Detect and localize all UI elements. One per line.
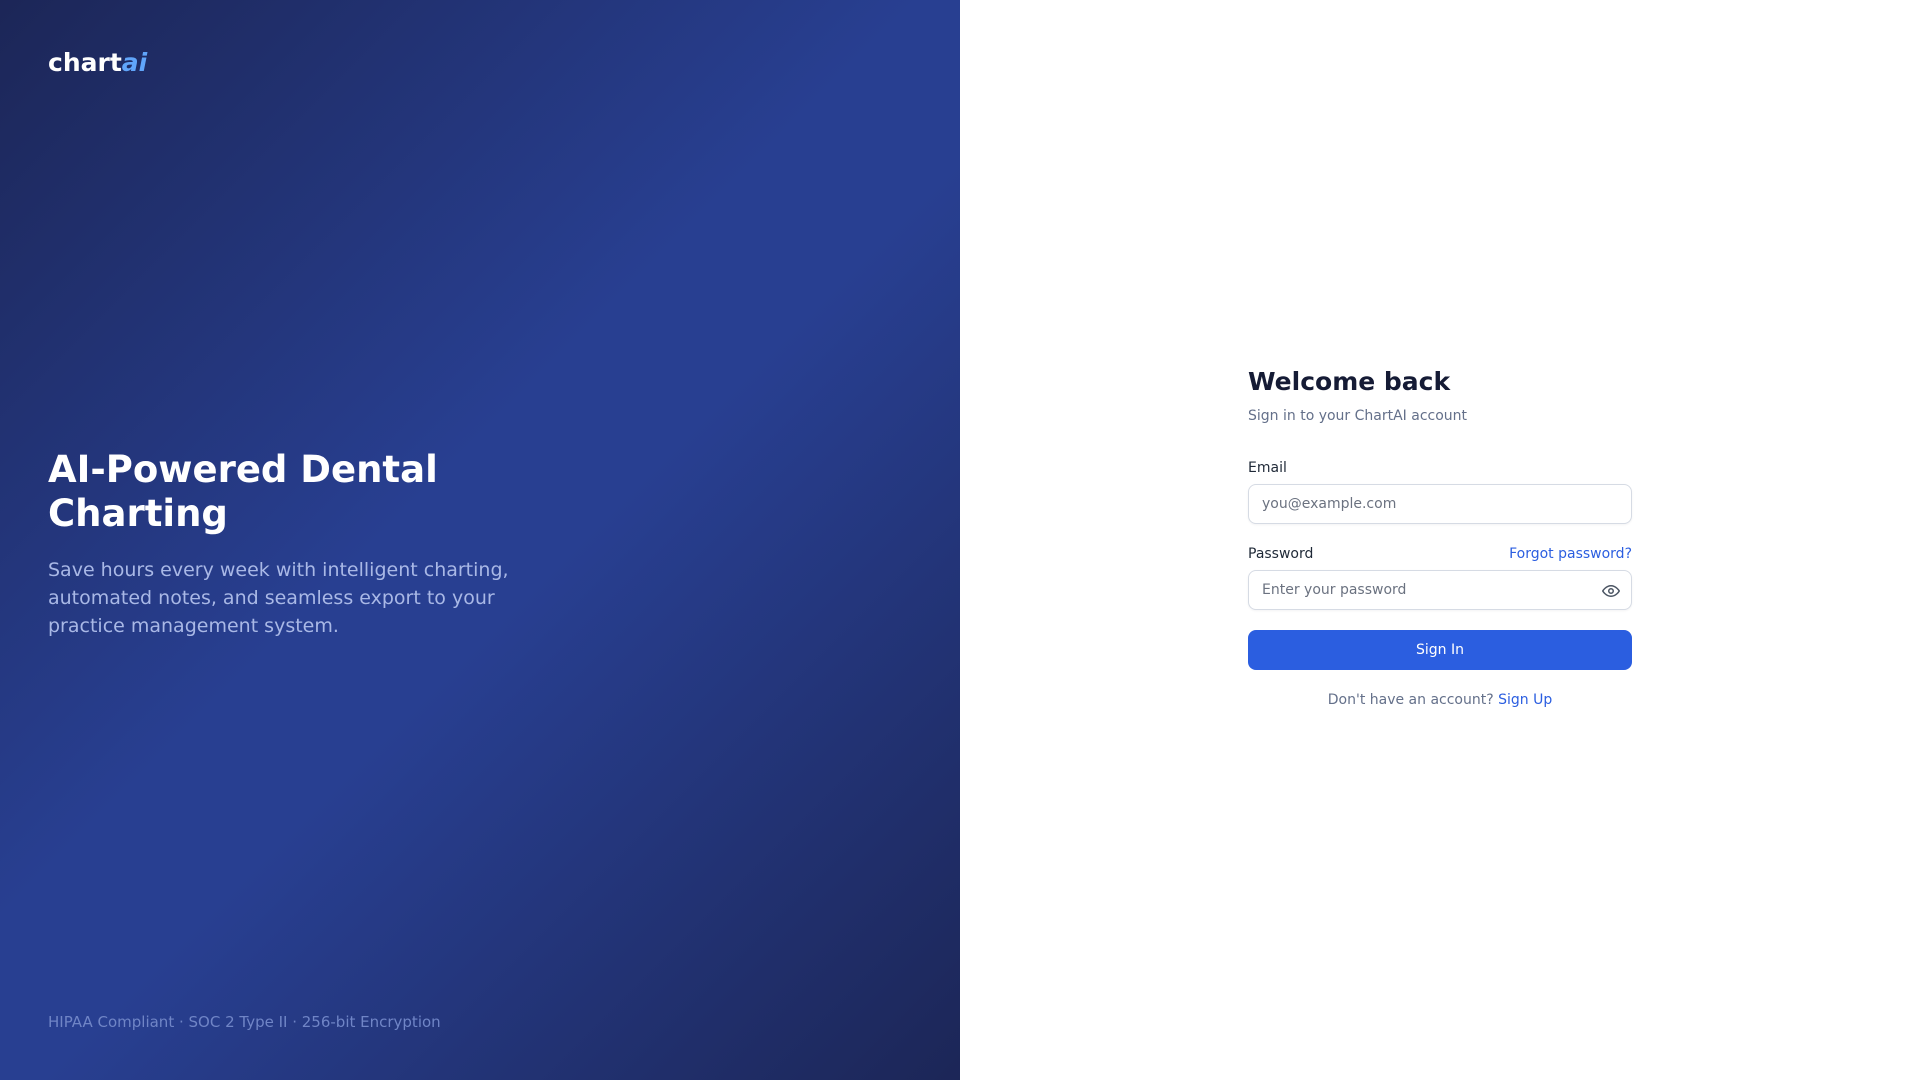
hero-description: Save hours every week with intelligent c… — [48, 559, 509, 637]
logo-text: chart — [48, 48, 122, 77]
password-input[interactable] — [1249, 571, 1631, 609]
brand-panel: chartai AI-Powered Dental Charting Save … — [0, 0, 960, 1080]
email-label: Email — [1248, 460, 1287, 476]
signup-prompt: Don't have an account? — [1327, 692, 1494, 708]
eye-icon[interactable] — [1601, 581, 1621, 601]
forgot-password-link[interactable]: Forgot password? — [1509, 546, 1632, 562]
hero-section: AI-Powered Dental Charting Save hours ev… — [48, 448, 528, 640]
logo-accent: ai — [121, 48, 148, 77]
login-subheading: Sign in to your ChartAI account — [1248, 408, 1468, 424]
sign-in-button[interactable]: Sign In — [1248, 630, 1632, 670]
hero-title: AI-Powered Dental Charting — [48, 448, 438, 535]
login-heading: Welcome back — [1248, 367, 1451, 396]
login-form: Welcome back Sign in to your ChartAI acc… — [1248, 366, 1632, 708]
sign-up-link[interactable]: Sign Up — [1498, 692, 1552, 708]
email-input-wrapper — [1248, 484, 1632, 524]
password-label: Password — [1248, 546, 1314, 562]
password-input-wrapper — [1248, 570, 1632, 610]
password-label-row: Password Forgot password? — [1248, 546, 1632, 562]
signup-row: Don't have an account? Sign Up — [1248, 692, 1632, 708]
compliance-text: HIPAA Compliant · SOC 2 Type II · 256-bi… — [48, 1013, 441, 1031]
login-panel: Welcome back Sign in to your ChartAI acc… — [960, 0, 1920, 1080]
logo[interactable]: chartai — [48, 48, 147, 77]
email-input[interactable] — [1249, 485, 1631, 523]
